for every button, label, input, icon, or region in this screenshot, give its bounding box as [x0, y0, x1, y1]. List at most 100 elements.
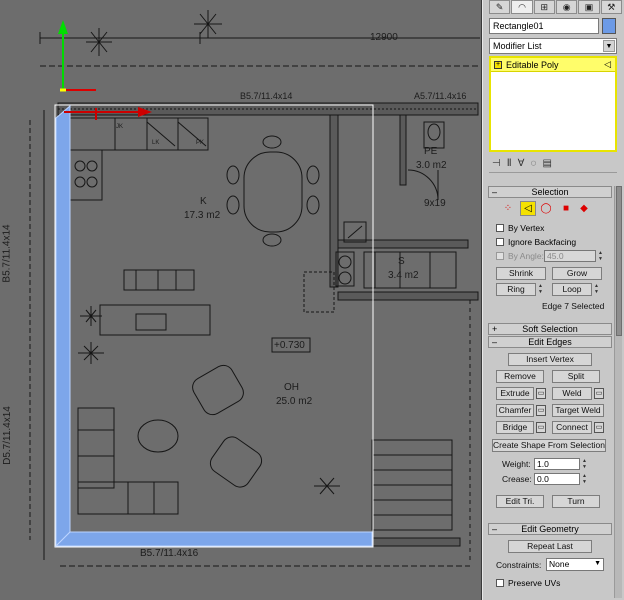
- create-tab-icon[interactable]: ✎: [489, 0, 511, 14]
- rollout-edit-geometry: Repeat Last Constraints: None ▼ Preserve…: [488, 536, 612, 596]
- edge-icon[interactable]: ◁: [520, 201, 536, 216]
- weight-label: Weight:: [502, 459, 531, 469]
- rollout-title: Selection: [531, 187, 569, 197]
- collapse-minus-icon: –: [492, 524, 498, 534]
- wall-label: A5.7/11.4x16: [414, 91, 467, 101]
- modify-tab-icon[interactable]: ◠: [511, 0, 533, 14]
- rollout-title: Edit Geometry: [521, 524, 579, 534]
- extrude-button[interactable]: Extrude: [496, 387, 534, 400]
- room-area: 17.3 m2: [184, 210, 221, 221]
- wall-label: D5.7/11.4x14: [1, 406, 13, 465]
- ignore-backfacing-checkbox[interactable]: Ignore Backfacing: [496, 237, 576, 247]
- show-end-result-icon[interactable]: Ⅱ: [507, 158, 512, 169]
- room-area: 25.0 m2: [276, 396, 313, 407]
- by-vertex-checkbox[interactable]: By Vertex: [496, 223, 544, 233]
- rollout-container: – Selection ⁘ ◁ ◯ ■ ◆ By Vertex Ignore B…: [488, 186, 612, 600]
- selection-status: Edge 7 Selected: [542, 301, 605, 311]
- vertex-icon[interactable]: ⁘: [500, 201, 516, 216]
- spinner-arrows-icon[interactable]: ▲ ▼: [581, 473, 588, 485]
- utilities-tab-icon[interactable]: ⚒: [600, 0, 622, 14]
- turn-button[interactable]: Turn: [552, 495, 600, 508]
- crease-spinner[interactable]: 0.0: [534, 473, 580, 485]
- connect-settings-icon[interactable]: ▭: [594, 422, 604, 433]
- target-weld-button[interactable]: Target Weld: [552, 404, 604, 417]
- split-button[interactable]: Split: [552, 370, 600, 383]
- room-label: PE: [424, 146, 438, 157]
- modifier-stack: + Editable Poly ◁: [489, 56, 617, 152]
- scrollbar-thumb[interactable]: [616, 186, 622, 336]
- room-label: S: [398, 256, 405, 267]
- checkbox-label: By Angle:: [508, 251, 544, 261]
- weight-spinner[interactable]: 1.0: [534, 458, 580, 470]
- room-area: 3.4 m2: [388, 270, 419, 281]
- viewport-top[interactable]: 12900 B5.7/11.4x14 A5.7/11.4x16 JK LK PK…: [0, 0, 482, 600]
- bridge-settings-icon[interactable]: ▭: [536, 422, 546, 433]
- shrink-button[interactable]: Shrink: [496, 267, 546, 280]
- spinner-arrows-icon[interactable]: ▲ ▼: [581, 458, 588, 470]
- floor-plan-drawing: [29, 10, 480, 567]
- chevron-down-icon: ▼: [603, 40, 615, 52]
- connect-button[interactable]: Connect: [552, 421, 592, 434]
- object-color-swatch[interactable]: [602, 18, 616, 34]
- remove-modifier-icon[interactable]: ◌: [530, 158, 536, 169]
- cabinet-label: JK: [116, 124, 124, 130]
- edge-icon: ◁: [604, 59, 611, 69]
- chamfer-settings-icon[interactable]: ▭: [536, 405, 546, 416]
- rollout-selection: ⁘ ◁ ◯ ■ ◆ By Vertex Ignore Backfacing By…: [488, 199, 612, 323]
- rollout-soft-selection-header[interactable]: + Soft Selection: [488, 323, 612, 335]
- bridge-button[interactable]: Bridge: [496, 421, 534, 434]
- modifier-list-label: Modifier List: [493, 41, 542, 51]
- rollout-edit-geometry-header[interactable]: – Edit Geometry: [488, 523, 612, 535]
- edit-tri-button[interactable]: Edit Tri.: [496, 495, 544, 508]
- create-shape-button[interactable]: Create Shape From Selection: [492, 439, 606, 452]
- wall-label: B5.7/11.4x14: [1, 224, 13, 283]
- rollout-edit-edges-header[interactable]: – Edit Edges: [488, 336, 612, 348]
- object-name-input[interactable]: [489, 18, 599, 34]
- motion-tab-icon[interactable]: ◉: [555, 0, 578, 14]
- loop-button[interactable]: Loop: [552, 283, 592, 296]
- hierarchy-tab-icon[interactable]: ⊞: [533, 0, 555, 14]
- chamfer-button[interactable]: Chamfer: [496, 404, 534, 417]
- polygon-icon[interactable]: ■: [558, 201, 574, 216]
- expand-plus-icon[interactable]: +: [494, 60, 502, 69]
- loop-spinner-icon[interactable]: ▲ ▼: [593, 283, 600, 295]
- panel-scrollbar[interactable]: [614, 186, 622, 598]
- by-angle-checkbox[interactable]: By Angle:: [496, 251, 544, 261]
- crease-label: Crease:: [502, 474, 532, 484]
- wall-label: B5.7/11.4x14: [240, 91, 293, 101]
- rollout-selection-header[interactable]: – Selection: [488, 186, 612, 198]
- max-window: 12900 B5.7/11.4x14 A5.7/11.4x16 JK LK PK…: [0, 0, 624, 600]
- rollout-title: Soft Selection: [522, 324, 578, 334]
- checkbox-box: [496, 238, 504, 246]
- ring-spinner-icon[interactable]: ▲ ▼: [537, 283, 544, 295]
- weld-settings-icon[interactable]: ▭: [594, 388, 604, 399]
- display-tab-icon[interactable]: ▣: [578, 0, 600, 14]
- command-panel-tabs: ✎ ◠ ⊞ ◉ ▣ ⚒: [489, 0, 623, 14]
- remove-button[interactable]: Remove: [496, 370, 544, 383]
- make-unique-icon[interactable]: ∀: [518, 158, 525, 169]
- insert-vertex-button[interactable]: Insert Vertex: [508, 353, 592, 366]
- checkbox-box: [496, 252, 504, 260]
- modifier-list-dropdown[interactable]: Modifier List ▼: [489, 38, 617, 54]
- door-label: 9x19: [424, 198, 446, 209]
- grow-button[interactable]: Grow: [552, 267, 602, 280]
- element-icon[interactable]: ◆: [576, 201, 592, 216]
- constraints-dropdown[interactable]: None ▼: [546, 558, 604, 571]
- ring-button[interactable]: Ring: [496, 283, 536, 296]
- stack-item-editable-poly[interactable]: + Editable Poly ◁: [491, 58, 615, 72]
- extrude-settings-icon[interactable]: ▭: [536, 388, 546, 399]
- stack-toolbar: ⊣ Ⅱ ∀ ◌ ▤: [489, 155, 617, 173]
- wall-label: B5.7/11.4x16: [140, 548, 199, 559]
- spinner-arrows-icon[interactable]: ▲ ▼: [597, 250, 604, 262]
- repeat-last-button[interactable]: Repeat Last: [508, 540, 592, 553]
- collapse-minus-icon: –: [492, 337, 498, 347]
- preserve-uvs-checkbox[interactable]: Preserve UVs: [496, 578, 560, 588]
- angle-spinner[interactable]: 45.0: [544, 250, 596, 262]
- pin-stack-icon[interactable]: ⊣: [492, 158, 501, 169]
- checkbox-label: Ignore Backfacing: [508, 237, 577, 247]
- border-icon[interactable]: ◯: [538, 201, 554, 216]
- checkbox-label: Preserve UVs: [508, 578, 561, 588]
- chevron-down-icon: ▼: [594, 560, 601, 567]
- configure-sets-icon[interactable]: ▤: [542, 158, 551, 169]
- weld-button[interactable]: Weld: [552, 387, 592, 400]
